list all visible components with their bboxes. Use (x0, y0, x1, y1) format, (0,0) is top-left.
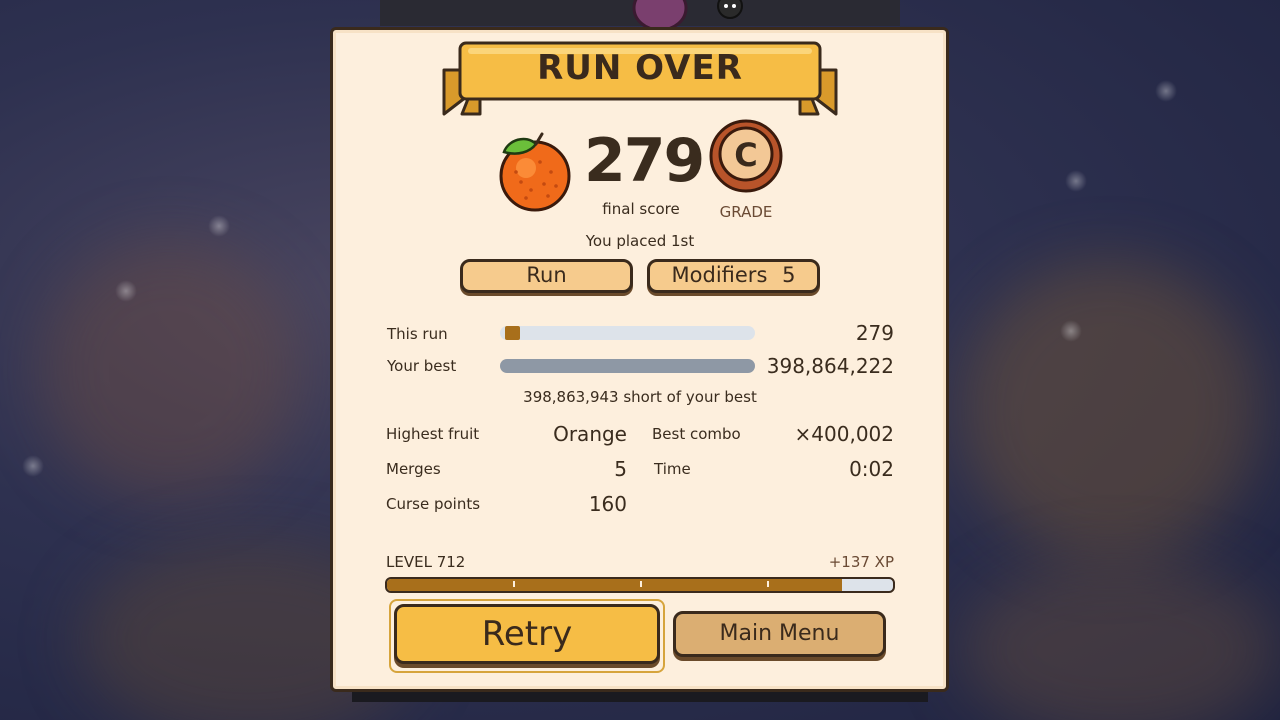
background-sparkle (1065, 170, 1087, 192)
xp-progress-fill (387, 579, 843, 591)
grade-label: GRADE (719, 203, 773, 221)
background-sparkle (1060, 320, 1082, 342)
xp-tick (767, 581, 769, 587)
best-label: Your best (387, 357, 457, 375)
background-glow (960, 260, 1260, 560)
time-label: Time (654, 460, 691, 478)
grade-medal-icon: C (709, 119, 783, 193)
tab-modifiers[interactable]: Modifiers 5 (647, 259, 820, 293)
merges-value: 5 (614, 457, 627, 481)
final-score-label: final score (602, 200, 680, 218)
grade-letter: C (734, 136, 757, 174)
background-glow (960, 560, 1280, 720)
highest-fruit-label: Highest fruit (386, 425, 480, 443)
tab-run-label: Run (526, 263, 567, 287)
best-value: 398,864,222 (766, 354, 894, 378)
curse-points-value: 160 (588, 492, 627, 516)
orange-icon (499, 132, 571, 212)
page-title: RUN OVER (537, 48, 743, 88)
background-sparkle (22, 455, 44, 477)
placement-text: You placed 1st (585, 232, 695, 250)
modifiers-count-badge: 5 (782, 263, 796, 287)
this-run-value: 279 (855, 321, 894, 345)
background-sparkle (208, 215, 230, 237)
main-menu-button[interactable]: Main Menu (673, 611, 886, 657)
best-bar (500, 359, 755, 373)
this-run-label: This run (387, 325, 448, 343)
bomb-icon (717, 0, 743, 19)
background-sparkle (115, 280, 137, 302)
plum-icon (632, 0, 688, 30)
background-glow (40, 240, 300, 500)
best-combo-value: ×400,002 (794, 422, 894, 446)
grade-badge: C (708, 118, 784, 194)
level-label: LEVEL 712 (386, 553, 466, 571)
tab-run[interactable]: Run (460, 259, 633, 293)
final-score-value: 279 (584, 126, 705, 196)
xp-tick (513, 581, 515, 587)
best-combo-label: Best combo (652, 425, 741, 443)
xp-progress-bar (385, 577, 895, 593)
this-run-bar (500, 326, 755, 340)
this-run-bar-fill (505, 326, 520, 340)
curse-points-label: Curse points (386, 495, 481, 513)
highest-fruit-value: Orange (553, 422, 627, 446)
retry-button[interactable]: Retry (394, 604, 660, 664)
merges-label: Merges (386, 460, 441, 478)
time-value: 0:02 (849, 457, 894, 481)
background-sparkle (1155, 80, 1177, 102)
xp-tick (640, 581, 642, 587)
short-of-best-text: 398,863,943 short of your best (523, 388, 757, 406)
tab-modifiers-label: Modifiers (671, 263, 768, 287)
xp-gain: +137 XP (828, 553, 894, 571)
